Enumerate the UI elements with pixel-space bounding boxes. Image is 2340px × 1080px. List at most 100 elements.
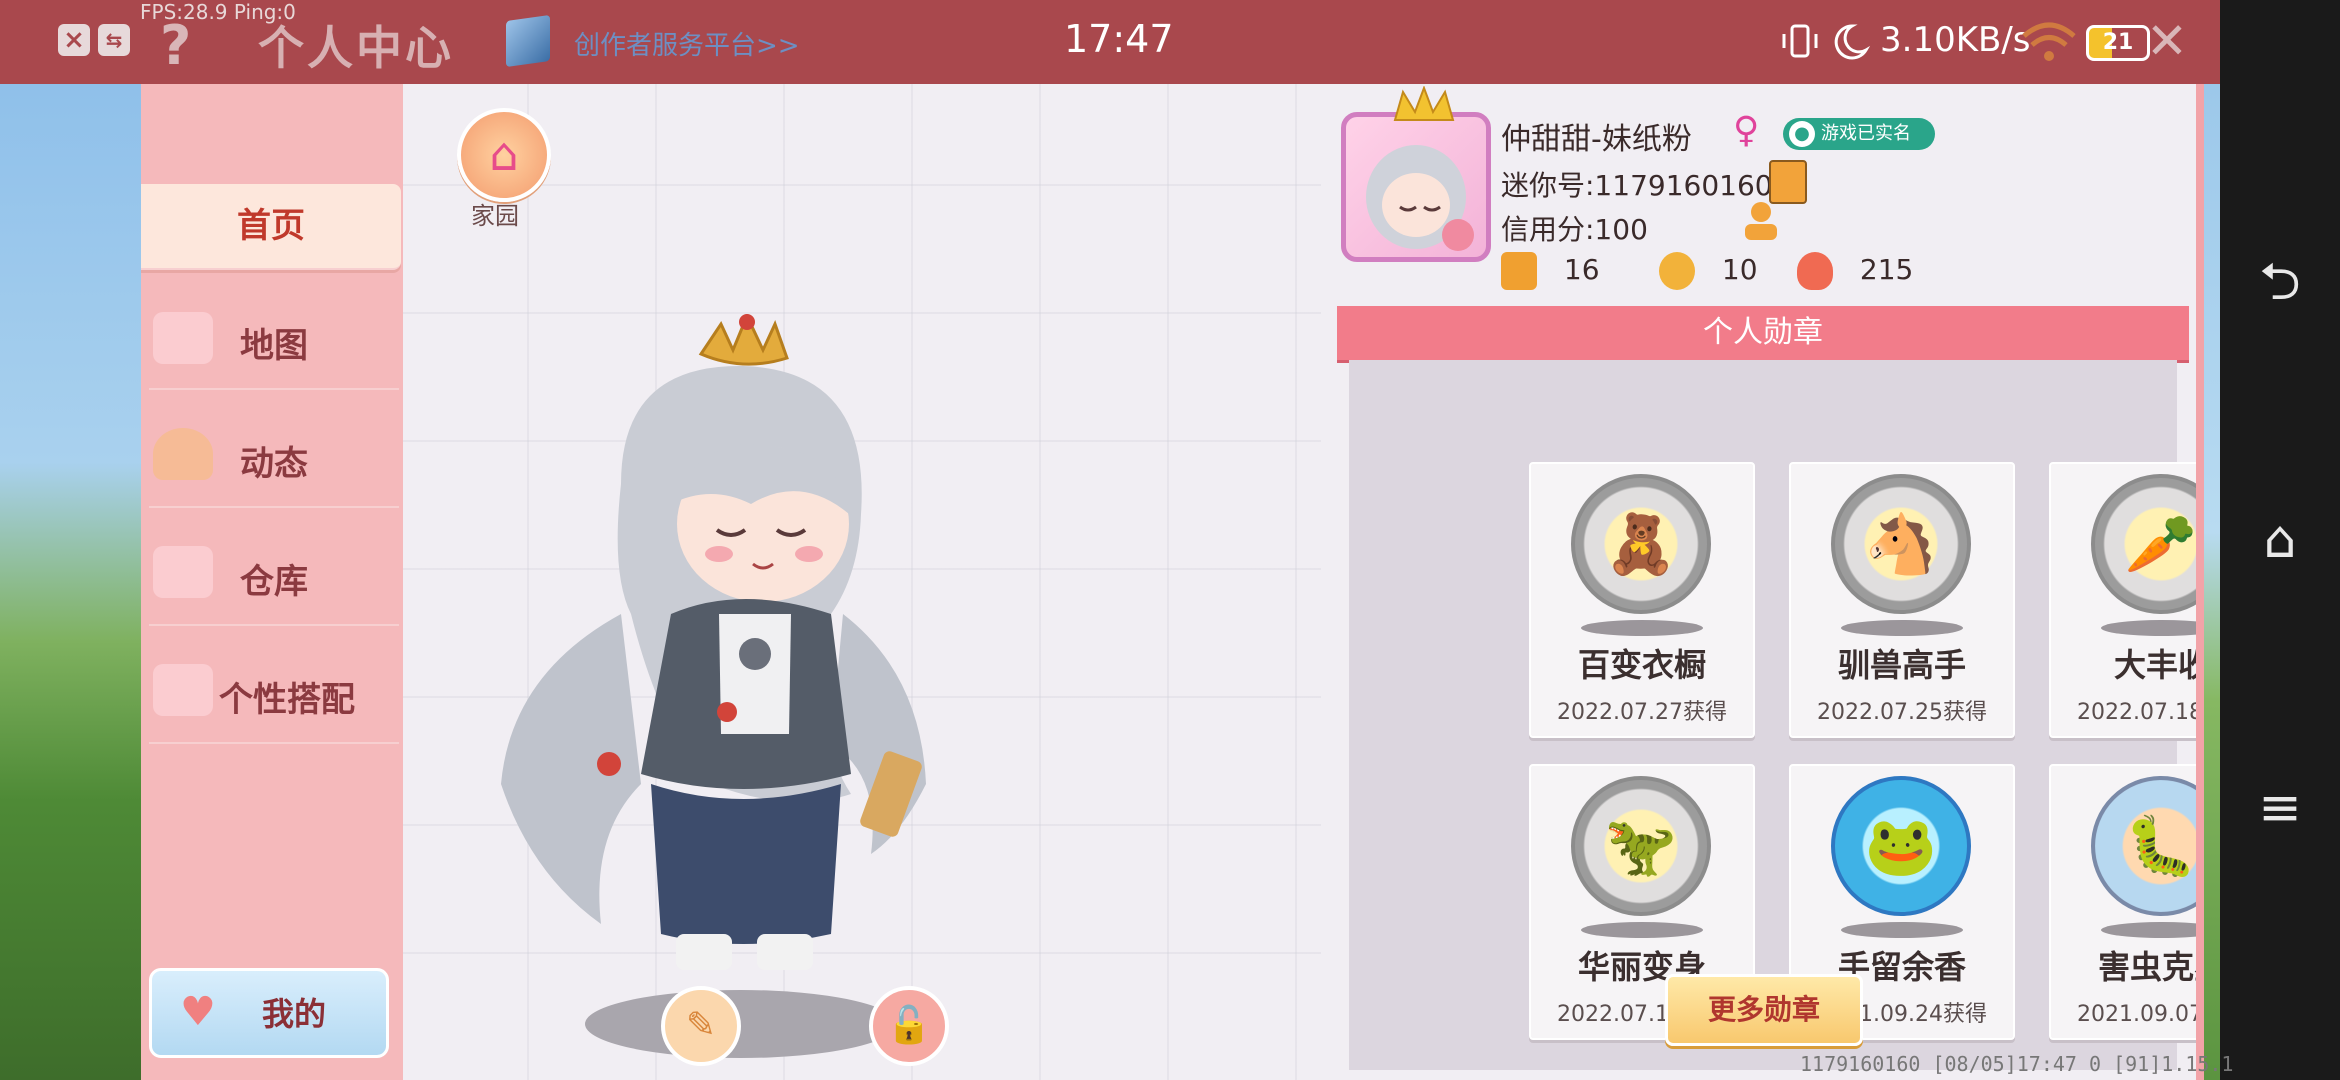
panel-edge <box>2196 84 2204 1080</box>
cheer-icon <box>1659 252 1695 290</box>
build-info: 1179160160 [08/05]17:47 0 [91]1.15.1 <box>1800 1052 2234 1076</box>
help-button[interactable]: ? <box>160 14 191 77</box>
swap-window-icon[interactable]: ⇆ <box>98 24 130 56</box>
medal-glyph: 🧸 <box>1604 510 1678 578</box>
medal-stand <box>1581 922 1703 938</box>
page-title: 个人中心 <box>258 21 454 75</box>
sidebar-item-label: 个性搭配 <box>219 680 355 720</box>
medal-stand <box>2101 922 2200 938</box>
medal-glyph: 🥕 <box>2124 510 2198 578</box>
player-nickname: 仲甜甜-妹纸粉 <box>1501 122 1692 157</box>
home-garden-label: 家园 <box>471 202 519 230</box>
stat-plus[interactable]: 16 <box>1501 252 1600 290</box>
sidebar-item-storage[interactable]: 仓库 <box>149 540 399 626</box>
stat-value: 16 <box>1563 253 1600 286</box>
medal-transform-icon: 🦖 <box>1571 776 1711 916</box>
moon-icon <box>1834 24 1871 60</box>
copy-id-icon[interactable] <box>1769 160 1807 204</box>
avatar-pants <box>651 784 841 944</box>
stat-cheer[interactable]: 10 <box>1659 252 1758 290</box>
medal-date: 2022.07.27获得 <box>1557 700 1727 725</box>
medal-card[interactable]: 🥕 大丰收 2022.07.18获得 <box>2049 462 2200 738</box>
medal-glyph: 🐸 <box>1864 812 1938 880</box>
medal-card[interactable]: 🐛 害虫克星 2021.09.07获得 <box>2049 764 2200 1040</box>
stat-popularity[interactable]: 215 <box>1797 252 1913 290</box>
avatar-shadow <box>585 990 897 1058</box>
medal-name: 害虫克星 <box>2097 948 2200 986</box>
sidebar-item-label: 地图 <box>240 326 308 366</box>
real-name-verified-badge: ● 游戏已实名 <box>1783 118 1935 150</box>
medal-date: 2022.07.18获得 <box>2077 700 2200 725</box>
sidebar-item-outfit[interactable]: 个性搭配 <box>149 658 399 744</box>
credit-score: 信用分:100 <box>1501 213 1648 246</box>
sidebar: 首页 地图 动态 仓库 个性搭配 ♥ 我的 <box>141 84 403 1080</box>
medal-harvest-icon: 🥕 <box>2091 474 2200 614</box>
medal-name: 百变衣橱 <box>1577 646 1706 684</box>
network-speed: 3.10KB/s <box>1880 20 2031 60</box>
status-bar: × ⇆ FPS:28.9 Ping:0 ? 个人中心 创作者服务平台>> 17:… <box>0 0 2220 84</box>
wifi-icon <box>2022 22 2076 61</box>
clock: 17:47 <box>1064 17 1174 61</box>
stat-value: 215 <box>1859 253 1914 286</box>
vibrate-icon <box>1782 24 1818 58</box>
profile-card: 仲甜甜-妹纸粉 ♀ ● 游戏已实名 迷你号:1179160160 信用分:100… <box>1341 84 2200 304</box>
medal-stand <box>1841 922 1963 938</box>
home-garden-button[interactable]: ⌂ <box>457 108 551 202</box>
medal-grid: 🧸 百变衣橱 2022.07.27获得 🐴 驯兽高手 2022.07.25获得 … <box>1349 360 2200 1070</box>
house-icon: ⌂ <box>489 127 519 181</box>
my-button-label: 我的 <box>262 995 327 1033</box>
medal-tamer-icon: 🐴 <box>1831 474 1971 614</box>
verified-badge-label: 游戏已实名 <box>1821 123 1911 144</box>
plus-flag-icon <box>1501 252 1537 290</box>
more-medals-button[interactable]: 更多勋章 <box>1665 974 1863 1046</box>
medal-stand <box>1841 620 1963 636</box>
android-nav-bar: ⮌ ⌂ ≡ <box>2220 0 2340 1080</box>
sidebar-item-label: 首页 <box>237 206 305 246</box>
game-world-backdrop-left <box>0 84 141 1080</box>
player-avatar[interactable] <box>471 314 1011 1074</box>
medal-fragrance-icon: 🐸 <box>1831 776 1971 916</box>
sidebar-item-label: 动态 <box>240 444 308 484</box>
avatar[interactable] <box>1341 112 1491 262</box>
menu-nav-icon[interactable]: ≡ <box>2248 776 2312 840</box>
medal-glyph: 🐴 <box>1864 510 1938 578</box>
portrait-crown-icon <box>1393 86 1455 121</box>
medal-name: 驯兽高手 <box>1837 646 1966 684</box>
my-button[interactable]: ♥ 我的 <box>149 968 389 1058</box>
sidebar-item-map[interactable]: 地图 <box>149 304 399 390</box>
battery-icon: 21 <box>2086 25 2150 61</box>
personal-center-panel: 首页 地图 动态 仓库 个性搭配 ♥ 我的 ⌂ 家园 ✎ 🔓 仲甜甜-妹纸粉 ♀… <box>141 84 2200 1080</box>
stat-value: 10 <box>1721 253 1758 286</box>
female-gender-icon: ♀ <box>1733 110 1760 151</box>
medal-stand <box>1581 620 1703 636</box>
unlock-button[interactable]: 🔓 <box>869 986 949 1066</box>
medal-name: 大丰收 <box>2113 646 2200 684</box>
profile-info-icon[interactable] <box>1741 200 1781 242</box>
mini-id: 迷你号:1179160160 <box>1501 169 1773 202</box>
medal-date: 2022.07.25获得 <box>1817 700 1987 725</box>
vibrate-moon-icons <box>1782 24 1871 60</box>
medal-date: 2021.09.07获得 <box>2077 1002 2200 1027</box>
medal-card[interactable]: 🧸 百变衣橱 2022.07.27获得 <box>1529 462 1755 738</box>
back-nav-icon[interactable]: ⮌ <box>2248 250 2312 314</box>
home-nav-icon[interactable]: ⌂ <box>2248 508 2312 572</box>
verified-user-icon: ● <box>1789 121 1815 147</box>
medal-card[interactable]: 🐴 驯兽高手 2022.07.25获得 <box>1789 462 2015 738</box>
edit-pencil-button[interactable]: ✎ <box>661 986 741 1066</box>
close-window-icon[interactable]: × <box>58 24 90 56</box>
medal-stand <box>2101 620 2200 636</box>
medal-section-header: 个人勋章 <box>1337 306 2189 360</box>
creator-cube-icon[interactable] <box>506 14 550 68</box>
medal-glyph: 🐛 <box>2124 812 2198 880</box>
medal-glyph: 🦖 <box>1604 812 1678 880</box>
portrait-image <box>1366 145 1474 251</box>
medal-pest-icon: 🐛 <box>2091 776 2200 916</box>
creator-platform-link[interactable]: 创作者服务平台>> <box>574 25 800 62</box>
close-page-button[interactable]: ✕ <box>2146 12 2188 70</box>
flame-icon <box>1797 252 1833 290</box>
sidebar-item-activity[interactable]: 动态 <box>149 422 399 508</box>
heart-icon: ♥ <box>180 989 216 1035</box>
sidebar-item-home[interactable]: 首页 <box>141 184 401 270</box>
sidebar-item-label: 仓库 <box>240 562 308 602</box>
medal-wardrobe-icon: 🧸 <box>1571 474 1711 614</box>
